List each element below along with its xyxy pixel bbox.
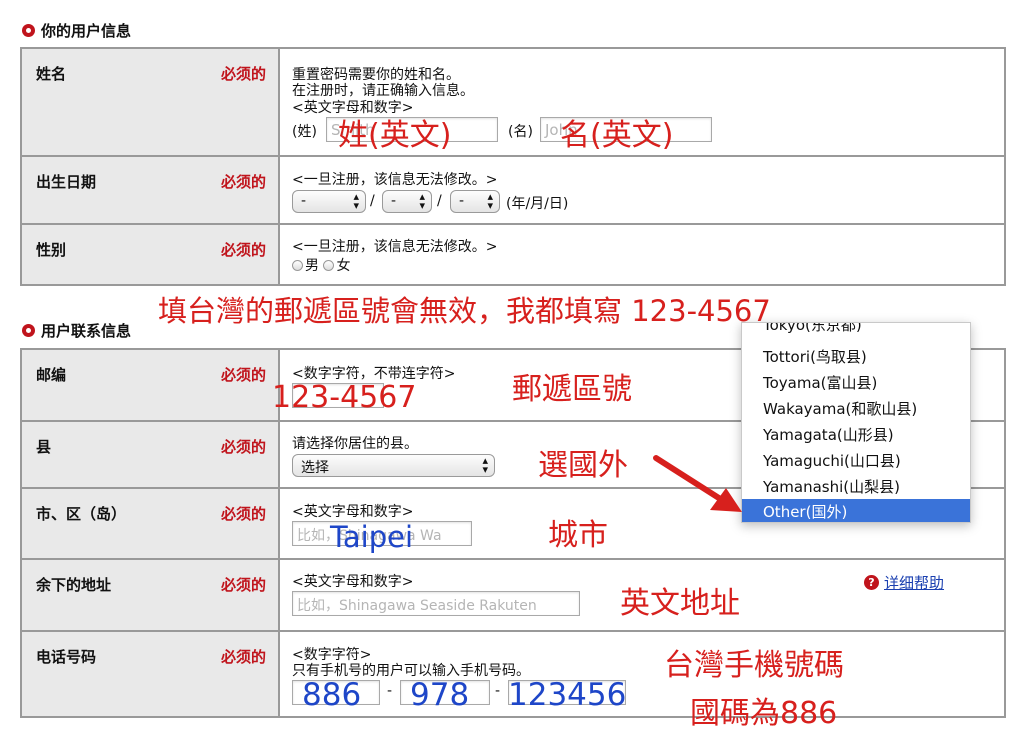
required-marker: 必须的 <box>220 648 266 666</box>
female-label: 女 <box>336 258 351 274</box>
address-input[interactable]: 比如，Shinagawa Seaside Rakuten <box>292 591 580 616</box>
female-radio[interactable] <box>323 260 335 271</box>
annotation-surname: 姓(英文) <box>338 118 452 153</box>
phone-field-cell: <数字字符> 只有手机号的用户可以输入手机号码。 - - <box>280 632 1004 716</box>
row-label-cell: 市、区（岛） 必须的 <box>22 489 280 558</box>
dropdown-option[interactable]: Toyama(富山县) <box>742 370 970 396</box>
given-prefix: (名) <box>508 124 533 140</box>
address-help-link[interactable]: ? 详细帮助 <box>864 572 944 593</box>
city-help: <英文字母和数字> <box>292 504 414 520</box>
annotation-postal-hint: 郵遞區號 <box>512 372 632 407</box>
required-marker: 必须的 <box>220 576 266 594</box>
annotation-city-value: Taipei <box>330 520 414 554</box>
updown-arrow-icon: ▴ ▾ <box>482 454 488 476</box>
date-format-suffix: (年/月/日) <box>506 196 569 212</box>
row-label-cell: 邮编 必须的 <box>22 350 280 420</box>
annotation-city-hint: 城市 <box>548 518 608 553</box>
row-label-cell: 姓名 必须的 <box>22 49 280 155</box>
row-label-cell: 县 必须的 <box>22 422 280 487</box>
red-arrow-icon <box>653 455 742 512</box>
row-label-cell: 性别 必须的 <box>22 225 280 284</box>
dropdown-option[interactable]: Yamaguchi(山口县) <box>742 448 970 474</box>
field-label-prefecture: 县 <box>36 438 52 456</box>
required-marker: 必须的 <box>220 65 266 83</box>
surname-prefix: (姓) <box>292 124 317 140</box>
row-label-cell: 电话号码 必须的 <box>22 632 280 716</box>
field-label-birthday: 出生日期 <box>36 173 97 191</box>
field-label-name: 姓名 <box>36 65 67 83</box>
address-row: 余下的地址 必须的 <英文字母和数字> 比如，Shinagawa Seaside… <box>22 560 1004 632</box>
date-separator: / <box>437 193 442 209</box>
prefecture-select-value: 选择 <box>301 460 329 476</box>
annotation-given-name: 名(英文) <box>560 118 674 153</box>
birth-month-select[interactable]: - ▴ ▾ <box>382 190 432 213</box>
updown-arrow-icon: ▴ ▾ <box>419 190 425 212</box>
required-marker: 必须的 <box>220 241 266 259</box>
birth-year-select[interactable]: - ▴ ▾ <box>292 190 366 213</box>
field-label-postal: 邮编 <box>36 366 67 384</box>
section-title: 用户联系信息 <box>41 322 132 340</box>
birth-day-value: - <box>459 193 465 209</box>
address-help: <英文字母和数字> <box>292 574 414 590</box>
question-icon: ? <box>864 575 879 590</box>
dropdown-option[interactable]: Tokyo(东京都) <box>742 323 970 338</box>
dropdown-option[interactable]: Tottori(鸟取县) <box>742 344 970 370</box>
row-label-cell: 余下的地址 必须的 <box>22 560 280 630</box>
annotation-phone-hint: 台灣手機號碼 <box>664 648 844 683</box>
field-label-gender: 性别 <box>36 241 67 259</box>
dropdown-option-selected[interactable]: Other(国外) <box>742 499 970 522</box>
updown-arrow-icon: ▴ ▾ <box>487 190 493 212</box>
prefecture-help: 请选择你居住的县。 <box>292 436 418 452</box>
phone-dash: - <box>495 683 501 699</box>
birth-year-value: - <box>301 193 307 209</box>
annotation-address-hint: 英文地址 <box>620 586 740 621</box>
gender-radio-group: 男 女 <box>292 255 350 275</box>
gender-field-cell: <一旦注册，该信息无法修改。> 男 女 <box>280 225 1004 284</box>
date-separator: / <box>370 193 375 209</box>
field-label-phone: 电话号码 <box>36 648 97 666</box>
annotation-postal-value: 123-4567 <box>272 380 417 415</box>
annotation-prefecture-hint: 選國外 <box>538 448 628 483</box>
birthday-field-cell: <一旦注册，该信息无法修改。> - ▴ ▾ / - ▴ ▾ / - ▴ ▾ (年/月/… <box>280 157 1004 223</box>
dropdown-option[interactable]: Yamanashi(山梨县) <box>742 474 970 500</box>
annotation-phone-country-code: 國碼為886 <box>690 696 838 731</box>
section-header-personal: 你的用户信息 <box>22 20 131 41</box>
prefecture-select[interactable]: 选择 ▴ ▾ <box>292 454 495 477</box>
required-marker: 必须的 <box>220 505 266 523</box>
gender-row: 性别 必须的 <一旦注册，该信息无法修改。> 男 女 <box>22 225 1004 286</box>
required-marker: 必须的 <box>220 438 266 456</box>
required-marker: 必须的 <box>220 173 266 191</box>
field-label-city: 市、区（岛） <box>36 505 127 523</box>
dropdown-option[interactable]: Yamagata(山形县) <box>742 422 970 448</box>
section-title: 你的用户信息 <box>41 22 132 40</box>
phone-dash: - <box>387 683 393 699</box>
birthday-row: 出生日期 必须的 <一旦注册，该信息无法修改。> - ▴ ▾ / - ▴ ▾ / -… <box>22 157 1004 225</box>
name-row: 姓名 必须的 重置密码需要你的姓和名。 在注册时，请正确输入信息。 <英文字母和… <box>22 49 1004 157</box>
help-link-text: 详细帮助 <box>884 574 945 592</box>
birth-month-value: - <box>391 193 397 209</box>
male-label: 男 <box>305 258 319 274</box>
row-label-cell: 出生日期 必须的 <box>22 157 280 223</box>
required-marker: 必须的 <box>220 366 266 384</box>
personal-info-table: 姓名 必须的 重置密码需要你的姓和名。 在注册时，请正确输入信息。 <英文字母和… <box>20 47 1006 286</box>
gender-help: <一旦注册，该信息无法修改。> <box>292 239 498 255</box>
annotation-phone-number: 123456 <box>508 677 627 713</box>
birthday-help: <一旦注册，该信息无法修改。> <box>292 172 498 188</box>
field-label-address: 余下的地址 <box>36 576 112 594</box>
annotation-phone-country: 886 <box>302 677 362 713</box>
annotation-phone-area: 978 <box>410 677 470 713</box>
male-radio[interactable] <box>292 260 303 271</box>
birth-day-select[interactable]: - ▴ ▾ <box>450 190 500 213</box>
dropdown-option[interactable]: Wakayama(和歌山县) <box>742 396 970 422</box>
bullet-icon <box>22 324 35 337</box>
updown-arrow-icon: ▴ ▾ <box>353 190 359 212</box>
bullet-icon <box>22 24 35 37</box>
prefecture-dropdown-list[interactable]: Tokyo(东京都) Tottori(鸟取县) Toyama(富山县) Waka… <box>741 322 971 523</box>
annotation-postal-warning: 填台灣的郵遞區號會無效，我都填寫 123-4567 <box>158 294 771 328</box>
section-header-contact: 用户联系信息 <box>22 320 131 341</box>
